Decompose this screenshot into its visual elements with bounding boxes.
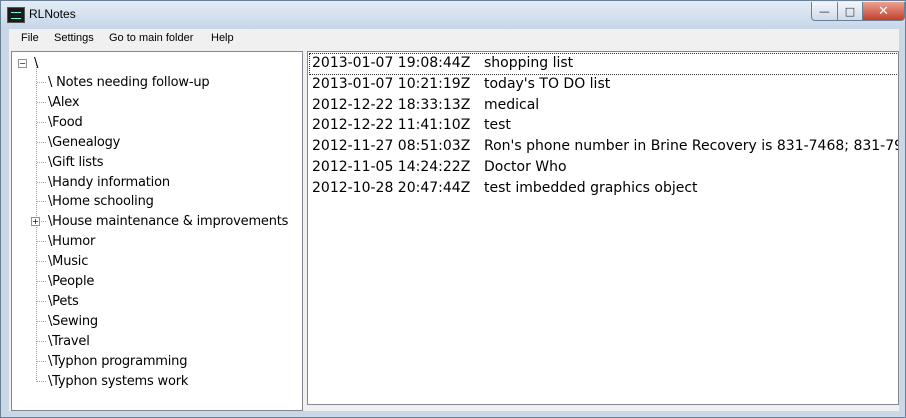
tree-connector	[37, 201, 46, 203]
tree-connector	[37, 320, 46, 322]
minimize-button[interactable]: —	[811, 2, 838, 21]
tree-item[interactable]: \Sewing	[48, 314, 98, 334]
tree-item[interactable]: \Music	[48, 254, 88, 274]
tree-connector	[37, 300, 46, 302]
tree-item[interactable]: \Humor	[48, 234, 95, 254]
tree-item[interactable]: \Home schooling	[48, 194, 154, 214]
app-window: RLNotes — □ ✕ File Settings Go to main f…	[0, 0, 906, 418]
list-item[interactable]: 2013-01-07 19:08:44Z shopping list	[309, 53, 898, 75]
note-title: test imbedded graphics object	[484, 179, 698, 196]
note-date: 2012-11-05 14:24:22Z	[312, 159, 471, 175]
tree-connector	[37, 281, 46, 282]
maximize-icon: □	[844, 4, 856, 18]
close-icon: ✕	[878, 3, 889, 19]
note-title: shopping list	[484, 55, 574, 71]
note-title: test	[484, 117, 511, 134]
menu-go-to-main-folder[interactable]: Go to main folder	[109, 32, 193, 44]
app-icon	[7, 7, 25, 23]
collapse-icon[interactable]: −	[18, 59, 27, 68]
note-title: today's TO DO list	[484, 75, 611, 92]
note-date: 2013-01-07 10:21:19Z	[312, 75, 471, 92]
tree-connector	[37, 141, 46, 143]
tree-item[interactable]: \House maintenance & improvements	[48, 214, 288, 234]
tree-connector	[37, 101, 46, 103]
tree-connector	[37, 181, 46, 183]
tree-item[interactable]: \Typhon systems work	[48, 374, 188, 394]
menu-help[interactable]: Help	[211, 32, 234, 44]
note-title: Doctor Who	[484, 159, 567, 175]
tree-connector	[37, 261, 46, 263]
tree-item[interactable]: \ Notes needing follow-up	[48, 75, 210, 95]
notes-list[interactable]: 2013-01-07 19:08:44Z shopping list 2013-01…	[307, 51, 899, 405]
tree-item[interactable]: \Genealogy	[48, 135, 120, 155]
folder-tree[interactable]: − \ \ Notes needing follow-up \Alex \Food \…	[11, 51, 303, 411]
tree-item[interactable]: \Pets	[48, 294, 79, 314]
window-title: RLNotes	[29, 7, 76, 21]
tree-item[interactable]: \Handy information	[48, 175, 170, 195]
tree-item[interactable]: \Travel	[48, 334, 90, 354]
tree-item[interactable]: \Gift lists	[48, 155, 104, 175]
menu-settings[interactable]: Settings	[54, 32, 94, 44]
note-date: 2012-12-22 11:41:10Z	[312, 117, 471, 134]
menu-bar: File Settings Go to main folder Help	[9, 29, 899, 49]
tree-connector	[37, 340, 46, 342]
tree-connector	[37, 82, 46, 83]
expand-icon[interactable]: +	[31, 217, 40, 227]
tree-connector	[37, 360, 46, 362]
tree-item[interactable]: \Typhon programming	[48, 354, 187, 374]
tree-item[interactable]: \Food	[48, 115, 83, 135]
tree-root[interactable]: \	[34, 56, 38, 71]
note-date: 2012-12-22 18:33:13Z	[312, 96, 471, 113]
minimize-icon: —	[819, 4, 830, 18]
tree-connector	[37, 241, 46, 243]
tree-item[interactable]: \Alex	[48, 95, 80, 115]
main-area: − \ \ Notes needing follow-up \Alex \Food \…	[9, 49, 899, 411]
note-title: Ron's phone number in Brine Recovery is …	[484, 138, 899, 155]
tree-item[interactable]: \People	[48, 274, 94, 294]
note-date: 2012-10-28 20:47:44Z	[312, 179, 471, 196]
maximize-button[interactable]: □	[837, 2, 863, 21]
title-bar[interactable]: RLNotes — □ ✕	[1, 1, 905, 29]
tree-connector	[37, 161, 46, 163]
menu-file[interactable]: File	[21, 32, 39, 44]
note-date: 2012-11-27 08:51:03Z	[312, 138, 471, 155]
note-title: medical	[484, 96, 540, 113]
tree-connector	[37, 121, 46, 123]
tree-connector	[37, 380, 46, 382]
close-button[interactable]: ✕	[862, 2, 905, 21]
note-date: 2013-01-07 19:08:44Z	[312, 55, 471, 71]
